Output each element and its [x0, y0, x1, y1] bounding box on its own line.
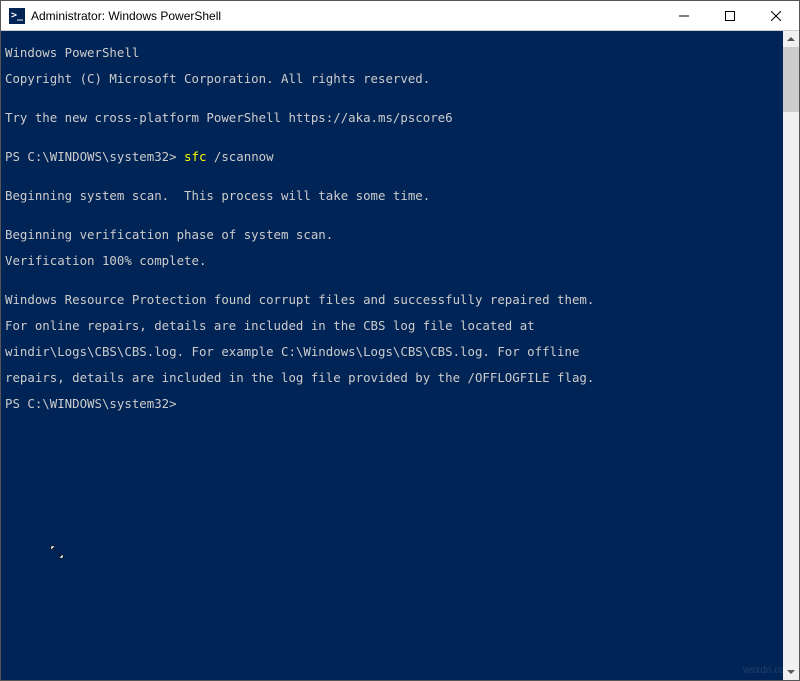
output-line: repairs, details are included in the log… [5, 371, 795, 384]
prompt-path: PS C:\WINDOWS\system32> [5, 149, 184, 164]
powershell-icon: >_ [9, 8, 25, 24]
window-title: Administrator: Windows PowerShell [31, 9, 661, 23]
command-arg: /scannow [214, 149, 274, 164]
command-text: sfc [184, 149, 214, 164]
output-line: Try the new cross-platform PowerShell ht… [5, 111, 795, 124]
scroll-thumb[interactable] [783, 47, 799, 112]
output-line: For online repairs, details are included… [5, 319, 795, 332]
prompt-line: PS C:\WINDOWS\system32> [5, 397, 795, 410]
output-line: windir\Logs\CBS\CBS.log. For example C:\… [5, 345, 795, 358]
watermark-text: wsxdn.com [743, 665, 793, 676]
minimize-button[interactable] [661, 1, 707, 30]
window-controls [661, 1, 799, 30]
scroll-up-button[interactable] [783, 31, 799, 47]
terminal-output: Windows PowerShell Copyright (C) Microso… [1, 31, 799, 438]
output-line: Copyright (C) Microsoft Corporation. All… [5, 72, 795, 85]
prompt-line: PS C:\WINDOWS\system32> sfc /scannow [5, 150, 795, 163]
titlebar[interactable]: >_ Administrator: Windows PowerShell [1, 1, 799, 31]
powershell-window: >_ Administrator: Windows PowerShell Win… [0, 0, 800, 681]
vertical-scrollbar[interactable] [783, 31, 799, 680]
output-line: Windows PowerShell [5, 46, 795, 59]
output-line: Verification 100% complete. [5, 254, 795, 267]
output-line: Beginning system scan. This process will… [5, 189, 795, 202]
terminal-area[interactable]: Windows PowerShell Copyright (C) Microso… [1, 31, 799, 680]
close-button[interactable] [753, 1, 799, 30]
output-line: Beginning verification phase of system s… [5, 228, 795, 241]
resize-cursor-icon [49, 544, 65, 565]
maximize-button[interactable] [707, 1, 753, 30]
output-line: Windows Resource Protection found corrup… [5, 293, 795, 306]
